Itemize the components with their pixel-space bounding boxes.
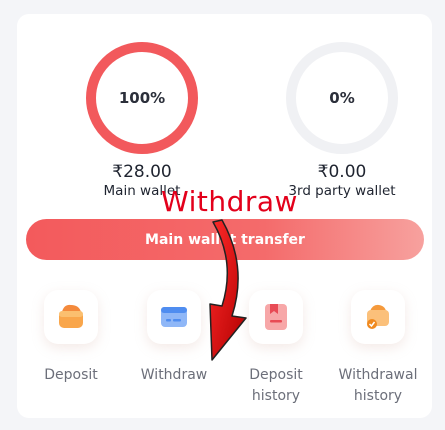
annotation-arrow-icon	[209, 219, 247, 361]
